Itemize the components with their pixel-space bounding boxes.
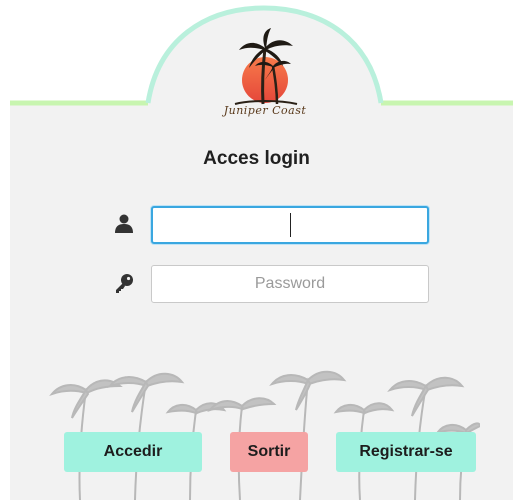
user-icon: [115, 214, 133, 233]
logo-text: Juniper Coast: [223, 104, 307, 117]
palm-sun-logo-icon: [234, 28, 298, 105]
palm-trees-decoration-icon: [49, 370, 480, 500]
key-icon: [116, 274, 133, 293]
sortir-button[interactable]: Sortir: [230, 432, 308, 472]
password-input[interactable]: [151, 265, 429, 303]
brand-logo: Juniper Coast: [205, 26, 325, 122]
accedir-button[interactable]: Accedir: [64, 432, 202, 472]
text-caret: [290, 213, 291, 237]
registrar-button[interactable]: Registrar-se: [336, 432, 476, 472]
login-window: Juniper Coast Acces login Accedir Sortir…: [0, 0, 513, 500]
login-title: Acces login: [203, 148, 310, 169]
